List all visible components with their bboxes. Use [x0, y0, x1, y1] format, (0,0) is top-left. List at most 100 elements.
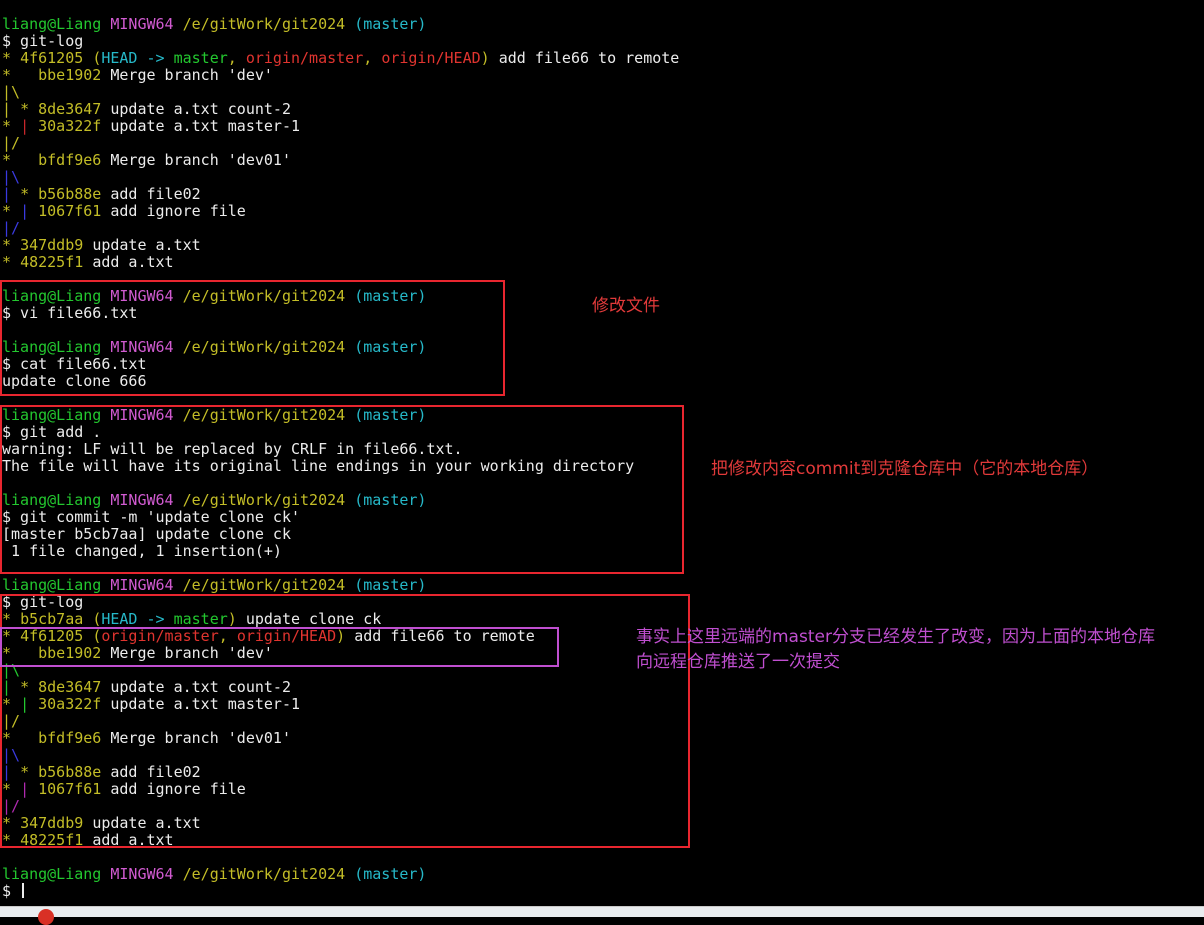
- terminal-segment: (master): [354, 287, 427, 305]
- terminal-segment: *: [2, 66, 39, 84]
- annotation-note-edit-file: 修改文件: [592, 296, 660, 316]
- terminal-segment: Merge branch 'dev': [110, 66, 273, 84]
- terminal-segment: |/: [2, 134, 21, 152]
- terminal-segment: ): [336, 627, 346, 645]
- terminal-line: [master b5cb7aa] update clone ck: [2, 526, 291, 543]
- terminal-line: |\: [2, 84, 20, 101]
- terminal-line: * 48225f1 add a.txt: [2, 254, 174, 271]
- terminal-segment: 8de3647: [38, 678, 111, 696]
- terminal-line: $: [2, 882, 25, 900]
- terminal-line: * | 30a322f update a.txt master-1: [2, 696, 300, 713]
- terminal-segment: liang@Liang: [2, 287, 111, 305]
- terminal-segment: *: [2, 644, 39, 662]
- terminal-segment: *: [2, 49, 21, 67]
- terminal-segment: /e/gitWork/git2024: [182, 865, 355, 883]
- terminal-segment: add a.txt: [92, 831, 174, 849]
- browser-icon[interactable]: [38, 909, 54, 925]
- terminal-segment: liang@Liang: [2, 338, 111, 356]
- terminal-line: liang@Liang MINGW64 /e/gitWork/git2024 (…: [2, 288, 426, 305]
- terminal-segment: ): [480, 49, 490, 67]
- terminal-segment: |: [2, 678, 21, 696]
- terminal-segment: MINGW64: [110, 287, 183, 305]
- terminal-segment: MINGW64: [110, 338, 183, 356]
- terminal-segment: add ignore file: [110, 780, 246, 798]
- terminal-segment: ,: [227, 49, 246, 67]
- terminal-segment: $: [2, 882, 21, 900]
- terminal-segment: b56b88e: [38, 763, 111, 781]
- terminal-line: * b5cb7aa (HEAD -> master) update clone …: [2, 611, 381, 628]
- terminal-segment: update a.txt master-1: [110, 695, 301, 713]
- terminal-line: * 4f61205 (HEAD -> master, origin/master…: [2, 50, 679, 67]
- terminal-segment: |: [20, 202, 39, 220]
- terminal-segment: (master): [354, 338, 427, 356]
- terminal-segment: liang@Liang: [2, 491, 111, 509]
- terminal-segment: |: [2, 763, 21, 781]
- terminal-segment: *: [2, 117, 21, 135]
- terminal-segment: b56b88e: [38, 185, 111, 203]
- terminal-line: |\: [2, 169, 20, 186]
- terminal-segment: ,: [363, 49, 382, 67]
- terminal-line: | * 8de3647 update a.txt count-2: [2, 679, 291, 696]
- terminal-line: |\: [2, 747, 20, 764]
- terminal-segment: origin/master: [101, 627, 219, 645]
- terminal-segment: add file02: [110, 763, 201, 781]
- terminal-segment: b5cb7aa: [20, 610, 93, 628]
- terminal-line: liang@Liang MINGW64 /e/gitWork/git2024 (…: [2, 339, 426, 356]
- terminal-line: |\: [2, 662, 20, 679]
- text-cursor: [22, 883, 25, 898]
- terminal-line: * | 30a322f update a.txt master-1: [2, 118, 300, 135]
- terminal-segment: $ cat file66.txt: [2, 355, 147, 373]
- terminal-segment: 4f61205: [20, 627, 93, 645]
- annotation-note-remote-changed-line2: 向远程仓库推送了一次提交: [636, 652, 840, 672]
- terminal-segment: 30a322f: [38, 117, 111, 135]
- terminal-segment: bfdf9e6: [38, 729, 111, 747]
- terminal-segment: MINGW64: [110, 865, 183, 883]
- terminal-line: * 48225f1 add a.txt: [2, 832, 174, 849]
- terminal-segment: $ git-log: [2, 593, 84, 611]
- terminal-segment: (master): [354, 406, 427, 424]
- terminal-segment: (: [92, 610, 102, 628]
- terminal-segment: *: [2, 610, 21, 628]
- terminal-segment: MINGW64: [110, 576, 183, 594]
- terminal-segment: liang@Liang: [2, 15, 111, 33]
- terminal-segment: *: [20, 763, 39, 781]
- terminal-segment: Merge branch 'dev01': [110, 729, 291, 747]
- terminal-segment: liang@Liang: [2, 865, 111, 883]
- terminal-line: | * 8de3647 update a.txt count-2: [2, 101, 291, 118]
- terminal-segment: update a.txt: [92, 236, 201, 254]
- terminal-segment: origin/HEAD: [236, 627, 337, 645]
- terminal-line: |/: [2, 135, 20, 152]
- terminal-segment: add file66 to remote: [489, 49, 680, 67]
- terminal-segment: origin/master: [245, 49, 364, 67]
- terminal-segment: |: [2, 185, 21, 203]
- terminal-segment: 1067f61: [38, 780, 111, 798]
- terminal-segment: add file02: [110, 185, 201, 203]
- terminal-line: * bfdf9e6 Merge branch 'dev01': [2, 730, 291, 747]
- terminal-line: $ vi file66.txt: [2, 305, 137, 322]
- taskbar: [0, 906, 1204, 925]
- terminal-line: | * b56b88e add file02: [2, 764, 201, 781]
- terminal-segment: *: [20, 678, 39, 696]
- terminal-segment: HEAD ->: [101, 49, 174, 67]
- terminal-line: $ git add .: [2, 424, 101, 441]
- terminal-segment: bbe1902: [38, 66, 111, 84]
- terminal-segment: |\: [2, 168, 21, 186]
- terminal-segment: /e/gitWork/git2024: [182, 287, 355, 305]
- terminal-line: $ cat file66.txt: [2, 356, 147, 373]
- terminal-segment: $ git add .: [2, 423, 102, 441]
- terminal-segment: liang@Liang: [2, 576, 111, 594]
- terminal-line: * 4f61205 (origin/master, origin/HEAD) a…: [2, 628, 535, 645]
- terminal-segment: /e/gitWork/git2024: [182, 338, 355, 356]
- terminal-segment: (: [92, 49, 102, 67]
- terminal-segment: *: [2, 202, 21, 220]
- terminal-line: liang@Liang MINGW64 /e/gitWork/git2024 (…: [2, 407, 426, 424]
- terminal-segment: |/: [2, 797, 21, 815]
- terminal-line: * 347ddb9 update a.txt: [2, 815, 201, 832]
- terminal-segment: *: [2, 627, 21, 645]
- terminal-segment: |: [20, 695, 39, 713]
- terminal-segment: update a.txt count-2: [110, 100, 291, 118]
- terminal-line: * | 1067f61 add ignore file: [2, 781, 246, 798]
- terminal-segment: 48225f1: [20, 831, 93, 849]
- terminal-segment: |: [2, 100, 21, 118]
- terminal-segment: 48225f1: [20, 253, 93, 271]
